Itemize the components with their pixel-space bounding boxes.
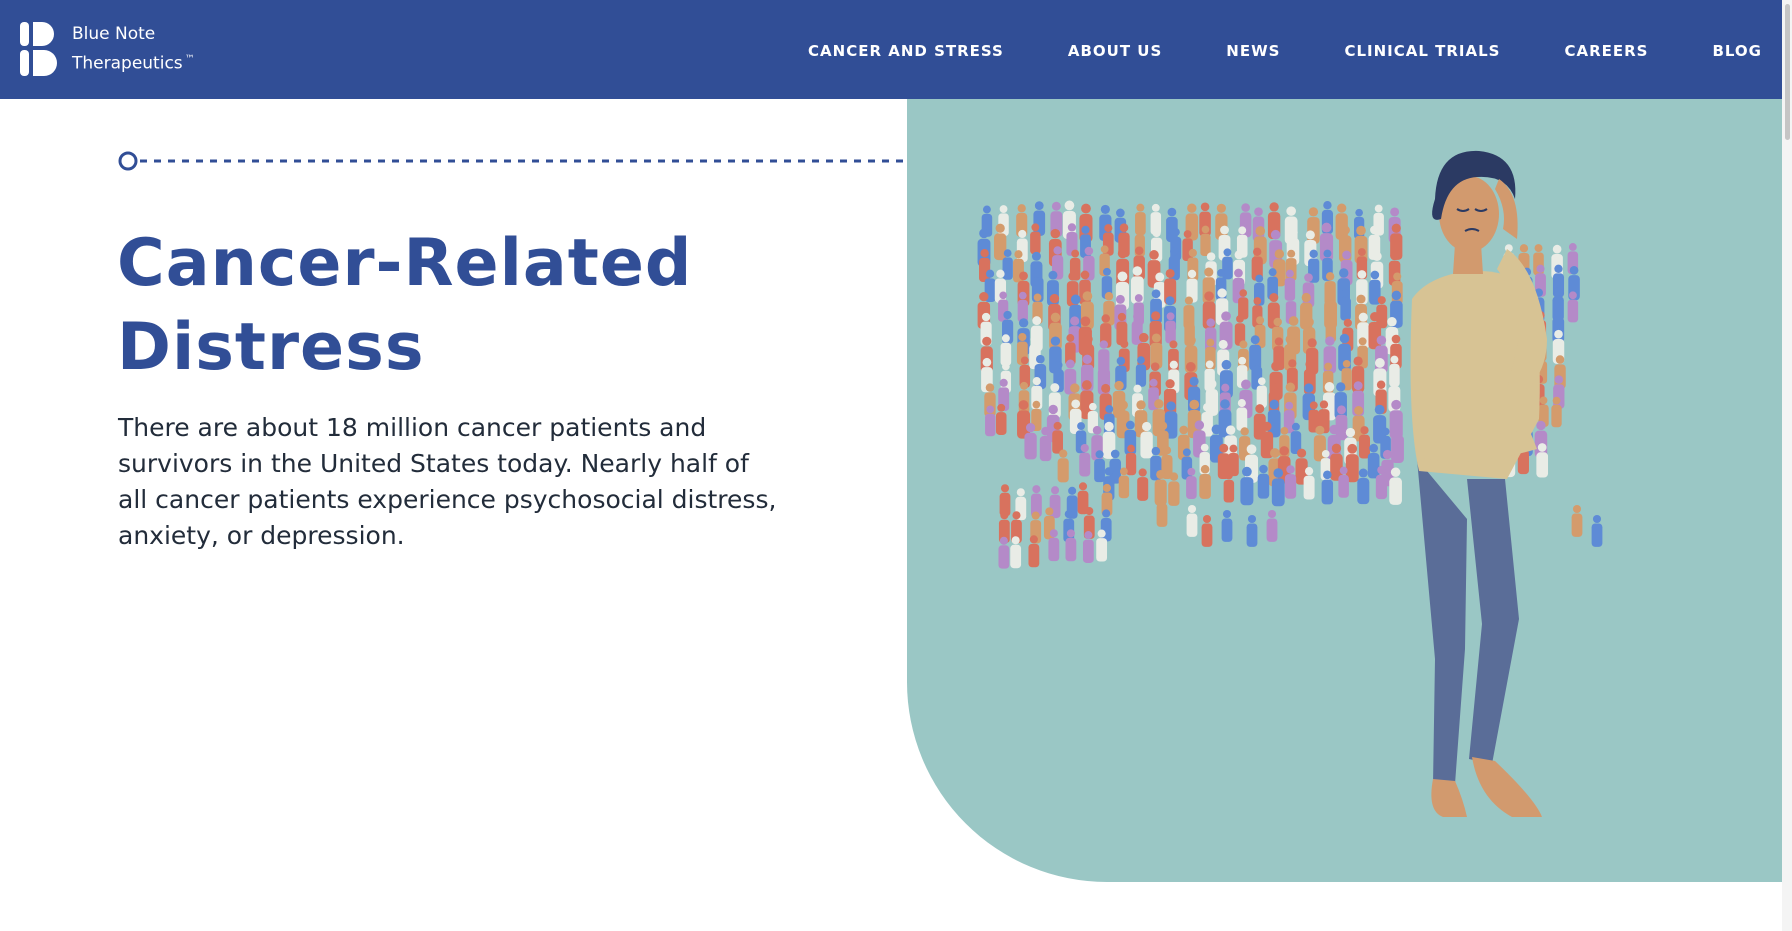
crowd-person-figure (1554, 355, 1566, 389)
crowd-person-figure (1165, 312, 1176, 344)
crowd-person-figure (1271, 468, 1285, 507)
crowd-person-figure (1156, 494, 1168, 527)
hero-illustration (977, 150, 1603, 817)
crowd-person-figure (1000, 334, 1012, 366)
crowd-person-figure (1140, 421, 1153, 459)
crowd-person-figure (1335, 405, 1348, 441)
crowd-person-figure (1168, 360, 1180, 394)
crowd-person-figure (1193, 420, 1206, 458)
main-nav: CANCER AND STRESS ABOUT US NEWS CLINICAL… (808, 42, 1762, 60)
crowd-person-figure (1390, 334, 1402, 369)
brand-name: Blue Note Therapeutics ™ (72, 22, 195, 77)
crowd-person-figure (1170, 227, 1182, 261)
crowd-person-figure (985, 405, 996, 437)
logo-b-icon (20, 22, 57, 77)
crowd-person-figure (1133, 294, 1144, 326)
page-title-line2: Distress (117, 310, 425, 385)
crowd-person-figure (1199, 464, 1211, 499)
crowd-person-figure (1391, 425, 1404, 463)
crowd-person-figure (1152, 399, 1166, 437)
crowd-person-figure (1228, 444, 1239, 477)
crowd-person-figure (1536, 443, 1549, 478)
crowd-person-figure (1256, 377, 1267, 408)
site-header: Blue Note Therapeutics ™ CANCER AND STRES… (0, 0, 1792, 99)
crowd-person-figure (1223, 471, 1235, 503)
crowd-person-figure (1118, 467, 1130, 499)
crowd-person-figure (1389, 467, 1402, 505)
crowd-person-figure (1010, 536, 1022, 569)
crowd-person-figure (1375, 465, 1388, 500)
crowd-person-figure (1030, 223, 1041, 255)
crowd-person-figure (1338, 466, 1349, 498)
crowd-person-figure (1240, 466, 1254, 506)
crowd-person-figure (1096, 529, 1108, 562)
crowd-person-figure (1057, 449, 1069, 483)
crowd-person-figure (1388, 251, 1401, 286)
crowd-person-figure (1137, 468, 1149, 501)
crowd-person-figure (1082, 531, 1094, 563)
nav-news[interactable]: NEWS (1226, 42, 1280, 60)
crowd-person-figure (1221, 509, 1233, 542)
crowd-person-figure (1079, 443, 1091, 477)
crowd-person-figure (1257, 464, 1270, 499)
crowd-person-figure (1321, 470, 1334, 505)
timeline-decoration (118, 151, 908, 171)
nav-clinical-trials[interactable]: CLINICAL TRIALS (1344, 42, 1500, 60)
scrollbar-thumb[interactable] (1785, 4, 1790, 140)
crowd-person-figure (1302, 273, 1315, 308)
crowd-person-figure (1063, 510, 1075, 543)
crowd-person-figure (1303, 467, 1315, 500)
crowd-person-figure (1272, 317, 1284, 352)
page-title-line1: Cancer-Related (117, 226, 693, 301)
hero-description: There are about 18 million cancer patien… (118, 413, 777, 550)
crowd-person-figure (1284, 465, 1297, 499)
timeline-start-circle (118, 151, 138, 171)
crowd-person-figure (1357, 468, 1370, 505)
crowd-person-figure (1017, 291, 1028, 323)
crowd-person-figure (1024, 423, 1037, 460)
crowd-person-figure (1200, 225, 1211, 257)
crowd-person-figure (1048, 529, 1060, 562)
hero-illustration-panel (907, 99, 1792, 882)
crowd-person-figure (1028, 535, 1040, 568)
crowd-person-figure (1324, 272, 1336, 306)
page-scrollbar[interactable] (1782, 0, 1792, 931)
crowd-person-figure (1215, 203, 1228, 240)
crowd-person-figure (1186, 467, 1197, 500)
trademark-symbol: ™ (184, 54, 195, 65)
brand-name-line1: Blue Note (72, 24, 156, 44)
brand-logo[interactable]: Blue Note Therapeutics ™ (20, 22, 195, 77)
crowd-person-figure (1094, 450, 1105, 483)
crowd-person-figure (995, 403, 1007, 435)
crowd-person-figure (1039, 426, 1052, 462)
crowd-person-figure (1266, 509, 1278, 542)
crowd-person-figure (1340, 289, 1351, 321)
crowd-person-figure (1367, 443, 1380, 479)
crowd-person-figure (1567, 291, 1579, 323)
crowd-person-figure (1359, 426, 1371, 459)
crowd-person-figure (1571, 504, 1583, 537)
crowd-person-figure (1065, 529, 1077, 562)
crowd-person-figure (1135, 356, 1147, 387)
nav-about-us[interactable]: ABOUT US (1068, 42, 1162, 60)
crowd-person-figure (1534, 420, 1548, 458)
crowd-person-figure (1551, 396, 1562, 428)
crowd-person-figure (1052, 421, 1063, 454)
crowd-person-figure (998, 536, 1010, 569)
crowd-person-figure (1245, 444, 1259, 483)
crowd-person-figure (1168, 472, 1180, 506)
crowd-person-figure (1268, 383, 1280, 415)
nav-blog[interactable]: BLOG (1712, 42, 1762, 60)
crowd-person-figure (1591, 514, 1603, 547)
crowd-person-figure (1246, 514, 1258, 547)
page-title: Cancer-Related Distress (117, 222, 837, 390)
crowd-person-figure (1201, 514, 1213, 547)
nav-careers[interactable]: CAREERS (1564, 42, 1648, 60)
crowd-person-figure (1236, 399, 1248, 431)
nav-cancer-and-stress[interactable]: CANCER AND STRESS (808, 42, 1004, 60)
brand-name-line2: Therapeutics (72, 53, 183, 74)
crowd-person-figure (1186, 504, 1198, 537)
